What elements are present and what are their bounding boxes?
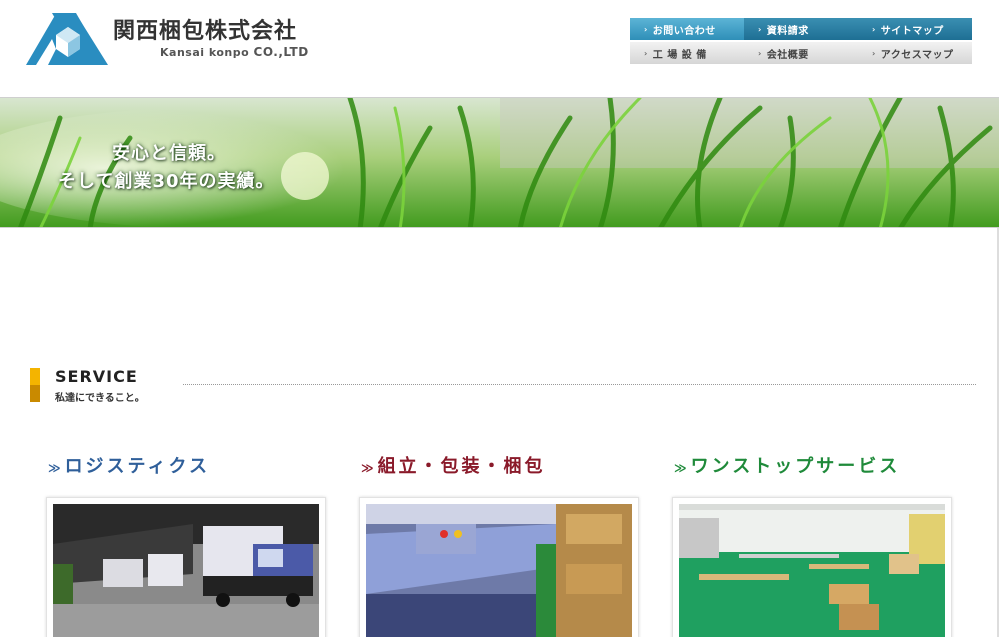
arrow-right-icon: ›	[644, 48, 648, 58]
nav-factory-button[interactable]: › 工 場 設 備	[630, 42, 744, 64]
nav-sitemap-button[interactable]: › サイトマップ	[858, 18, 972, 40]
service-title: SERVICE	[55, 367, 138, 386]
nav-label: 工 場 設 備	[652, 49, 707, 61]
service-divider	[183, 384, 976, 385]
logistics-photo-card[interactable]	[46, 497, 326, 637]
kansai-konpo-logo-icon[interactable]	[26, 13, 108, 65]
company-name-english: Kansai konpo CO.,LTD	[160, 45, 309, 59]
column-title: 組立・包装・梱包	[377, 456, 546, 477]
arrow-right-icon: ›	[872, 48, 876, 58]
hero-tagline-line2: そして創業30年の実績。	[58, 171, 275, 192]
double-chevron-icon: ≫	[48, 461, 61, 475]
nav-company-button[interactable]: › 会社概要	[744, 42, 858, 64]
header-nav: › お問い合わせ › 資料請求 › サイトマップ › 工 場 設 備 › 会社概要 › アク…	[630, 18, 972, 64]
company-en-prefix: Kansai konpo	[160, 46, 254, 59]
double-chevron-icon: ≫	[361, 461, 374, 475]
column-title: ワンストップサービス	[690, 456, 901, 477]
warehouse-floor-photo	[679, 504, 945, 637]
hero-tagline-line1: 安心と信頼。	[112, 143, 226, 164]
company-en-suffix: CO.,LTD	[253, 45, 309, 59]
service-subtitle: 私達にできること。	[55, 393, 145, 404]
hero-banner: 安心と信頼。 そして創業30年の実績。	[0, 97, 999, 228]
logistics-link[interactable]: ≫ ロジスティクス	[48, 452, 210, 478]
nav-label: アクセスマップ	[880, 49, 954, 61]
arrow-right-icon: ›	[758, 24, 762, 34]
nav-label: 会社概要	[766, 49, 809, 61]
column-title: ロジスティクス	[64, 456, 210, 477]
hero-tagline: 安心と信頼。 そして創業30年の実績。	[58, 140, 275, 196]
arrow-right-icon: ›	[644, 24, 648, 34]
truck-depot-photo	[53, 504, 319, 637]
packing-machine-photo	[366, 504, 632, 637]
nav-contact-button[interactable]: › お問い合わせ	[630, 18, 744, 40]
nav-request-docs-button[interactable]: › 資料請求	[744, 18, 858, 40]
service-marker	[30, 368, 40, 402]
nav-label: サイトマップ	[880, 25, 944, 37]
site-header: 関西梱包株式会社 Kansai konpo CO.,LTD › お問い合わせ › 資…	[0, 0, 999, 97]
company-name: 関西梱包株式会社	[113, 19, 298, 44]
one-stop-link[interactable]: ≫ ワンストップサービス	[674, 452, 900, 478]
packing-photo-card[interactable]	[359, 497, 639, 637]
arrow-right-icon: ›	[758, 48, 762, 58]
arrow-right-icon: ›	[872, 24, 876, 34]
double-chevron-icon: ≫	[674, 461, 687, 475]
nav-label: お問い合わせ	[652, 25, 716, 37]
nav-access-button[interactable]: › アクセスマップ	[858, 42, 972, 64]
packing-link[interactable]: ≫ 組立・包装・梱包	[361, 452, 546, 478]
nav-label: 資料請求	[766, 25, 809, 37]
one-stop-photo-card[interactable]	[672, 497, 952, 637]
